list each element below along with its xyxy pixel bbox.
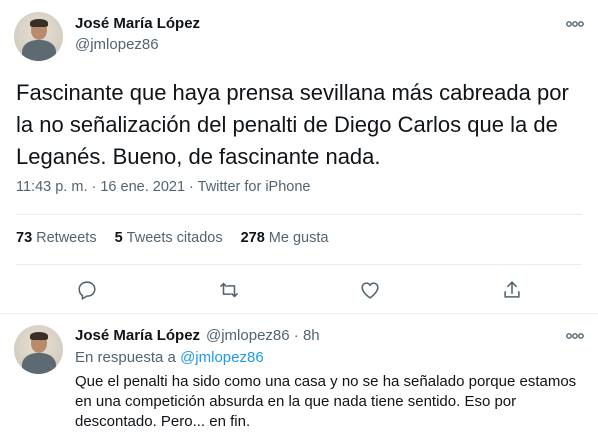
quotes-label: Tweets citados bbox=[126, 230, 223, 246]
main-tweet: José María López @jmlopez86 Fascinante q… bbox=[0, 0, 598, 313]
meta-separator: · bbox=[289, 327, 303, 344]
divider bbox=[16, 264, 582, 265]
share-icon[interactable] bbox=[500, 278, 524, 302]
reply-age[interactable]: 8h bbox=[303, 327, 320, 344]
avatar[interactable] bbox=[14, 325, 63, 374]
more-options-icon[interactable] bbox=[565, 329, 585, 343]
tweet-text: Fascinante que haya prensa sevillana más… bbox=[16, 80, 569, 169]
likes-stat[interactable]: 278 Me gusta bbox=[241, 230, 329, 246]
reply-to-line: En respuesta a @jmlopez86 bbox=[75, 349, 264, 366]
avatar[interactable] bbox=[14, 12, 63, 61]
tweet-stats: 73 Retweets 5 Tweets citados 278 Me gusta bbox=[16, 230, 328, 246]
reply-to-prefix: En respuesta a bbox=[75, 349, 181, 366]
retweets-stat[interactable]: 73 Retweets bbox=[16, 230, 97, 246]
reply-author-meta: @jmlopez86 · 8h bbox=[206, 327, 320, 344]
retweets-count: 73 bbox=[16, 230, 33, 246]
tweet-date[interactable]: 16 ene. 2021 bbox=[100, 179, 185, 195]
tweet-metadata: 11:43 p. m. · 16 ene. 2021 · Twitter for… bbox=[16, 179, 310, 195]
meta-separator: · bbox=[185, 179, 198, 195]
author-name[interactable]: José María López bbox=[75, 15, 200, 32]
likes-count: 278 bbox=[240, 230, 265, 246]
quotes-count: 5 bbox=[114, 230, 123, 246]
like-icon[interactable] bbox=[358, 278, 382, 302]
retweet-icon[interactable] bbox=[217, 278, 241, 302]
meta-separator: · bbox=[87, 179, 101, 195]
reply-to-mention[interactable]: @jmlopez86 bbox=[180, 349, 264, 366]
divider bbox=[16, 214, 582, 215]
reply-author-handle[interactable]: @jmlopez86 bbox=[206, 327, 290, 344]
more-options-icon[interactable] bbox=[565, 17, 585, 31]
reply-author-name[interactable]: José María López bbox=[75, 327, 200, 344]
reply-tweet[interactable]: José María López @jmlopez86 · 8h En resp… bbox=[0, 314, 598, 434]
quotes-stat[interactable]: 5 Tweets citados bbox=[115, 230, 223, 246]
tweet-actions bbox=[0, 278, 598, 302]
likes-label: Me gusta bbox=[268, 230, 329, 246]
retweets-label: Retweets bbox=[36, 230, 97, 246]
tweet-time[interactable]: 11:43 p. m. bbox=[16, 179, 87, 195]
reply-text: Que el penalti ha sido como una casa y n… bbox=[75, 373, 577, 430]
tweet-source[interactable]: Twitter for iPhone bbox=[198, 179, 311, 195]
reply-icon[interactable] bbox=[75, 278, 99, 302]
author-handle[interactable]: @jmlopez86 bbox=[75, 36, 159, 53]
